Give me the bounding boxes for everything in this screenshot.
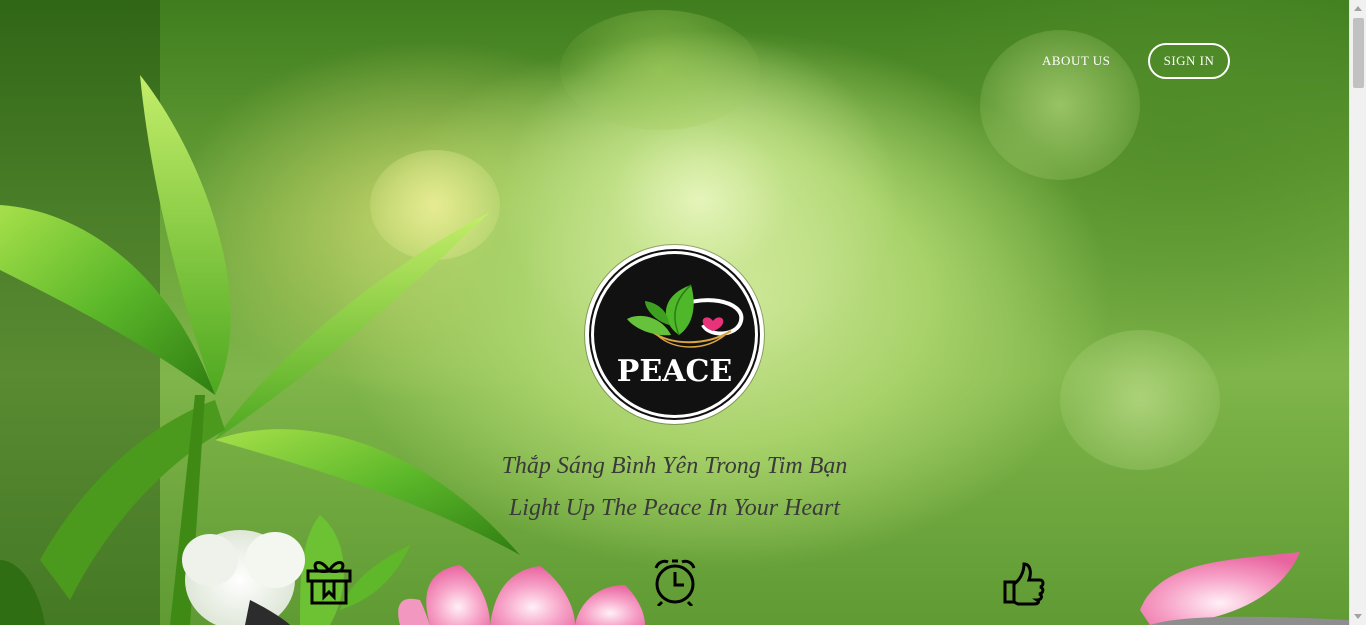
gift-icon — [306, 561, 352, 605]
tagline-vietnamese: Thắp Sáng Bình Yên Trong Tim Bạn — [501, 453, 848, 479]
scroll-up-arrow-icon[interactable] — [1354, 6, 1362, 11]
thumbs-up-icon — [1003, 562, 1045, 606]
alarm-clock-icon — [654, 559, 696, 606]
scroll-down-arrow-icon[interactable] — [1354, 614, 1362, 619]
logo-text: PEACE — [616, 354, 733, 389]
nav-about-us[interactable]: ABOUT US — [1042, 53, 1110, 69]
peace-logo: PEACE — [585, 245, 764, 424]
tagline-english: Light Up The Peace In Your Heart — [508, 495, 841, 521]
scrollbar-thumb[interactable] — [1353, 18, 1364, 88]
logo-badge: PEACE — [591, 251, 758, 418]
sign-in-button[interactable]: SIGN IN — [1148, 43, 1230, 79]
page-scrollbar[interactable] — [1349, 0, 1366, 625]
leaf-logo-icon — [627, 284, 744, 348]
